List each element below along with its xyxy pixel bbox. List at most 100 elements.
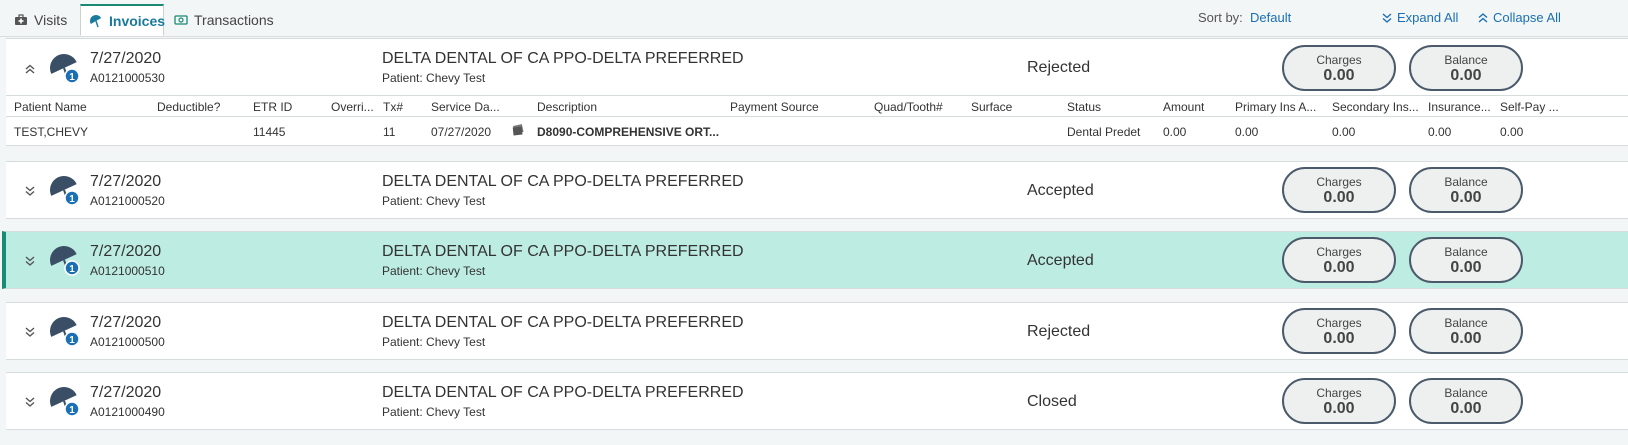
charges-value: 0.00	[1323, 189, 1355, 206]
balance-pill: Balance 0.00	[1409, 237, 1523, 283]
chevron-down-icon[interactable]	[22, 394, 38, 410]
invoice-card[interactable]: 1 7/27/2020 A0121000510 DELTA DENTAL OF …	[2, 231, 1628, 289]
balance-label: Balance	[1444, 175, 1488, 189]
expand-all-button[interactable]: Expand All	[1382, 10, 1458, 25]
balance-value: 0.00	[1450, 330, 1482, 347]
column-header[interactable]: ETR ID	[253, 100, 323, 114]
column-header[interactable]: Self-Pay ...	[1500, 100, 1580, 114]
umbrella-icon	[89, 14, 103, 28]
invoice-card[interactable]: 1 7/27/2020 A0121000500 DELTA DENTAL OF …	[6, 302, 1628, 360]
table-cell: TEST,CHEVY	[14, 125, 89, 139]
chevron-up-icon[interactable]	[22, 61, 38, 77]
balance-label: Balance	[1444, 386, 1488, 400]
table-cell: 0.00	[1428, 125, 1452, 139]
badge-count: 1	[69, 335, 75, 346]
charges-value: 0.00	[1323, 259, 1355, 276]
column-header[interactable]: Description	[537, 100, 717, 114]
column-header[interactable]: Quad/Tooth#	[874, 100, 964, 114]
invoice-summary[interactable]: 1 7/27/2020 A0121000510 DELTA DENTAL OF …	[6, 232, 1628, 292]
column-header[interactable]: Surface	[971, 100, 1051, 114]
payer-name: DELTA DENTAL OF CA PPO-DELTA PREFERRED	[382, 384, 744, 401]
table-cell: 07/27/2020	[431, 125, 492, 139]
invoice-card[interactable]: 1 7/27/2020 A0121000520 DELTA DENTAL OF …	[6, 161, 1628, 219]
double-chevron-down-icon	[1382, 12, 1392, 24]
balance-value: 0.00	[1450, 67, 1482, 84]
balance-value: 0.00	[1450, 189, 1482, 206]
patient-name: Patient: Chevy Test	[382, 405, 486, 419]
charges-pill: Charges 0.00	[1282, 45, 1396, 91]
charges-label: Charges	[1316, 53, 1362, 67]
table-cell: Dental Predet	[1067, 125, 1141, 139]
table-cell: D8090-COMPREHENSIVE ORT...	[537, 125, 720, 139]
medical-bag-icon	[14, 14, 28, 26]
top-bar: Visits Invoices Transactions Sort by: De…	[0, 0, 1628, 37]
umbrella-icon: 1	[48, 315, 82, 349]
column-header[interactable]: Service Da...	[431, 100, 505, 114]
invoice-card[interactable]: 1 7/27/2020 A0121000530 DELTA DENTAL OF …	[6, 38, 1628, 146]
invoice-number: A0121000510	[90, 264, 165, 278]
tab-invoices[interactable]: Invoices	[80, 4, 165, 36]
chevron-down-icon[interactable]	[22, 324, 38, 340]
patient-name: Patient: Chevy Test	[382, 71, 486, 85]
balance-value: 0.00	[1450, 259, 1482, 276]
umbrella-icon: 1	[48, 52, 82, 86]
chevron-down-icon[interactable]	[22, 183, 38, 199]
badge-count: 1	[69, 405, 75, 416]
table-cell: 0.00	[1500, 125, 1524, 139]
invoice-summary[interactable]: 1 7/27/2020 A0121000500 DELTA DENTAL OF …	[6, 303, 1628, 363]
balance-pill: Balance 0.00	[1409, 45, 1523, 91]
charges-pill: Charges 0.00	[1282, 308, 1396, 354]
badge-count: 1	[69, 194, 75, 205]
charges-label: Charges	[1316, 386, 1362, 400]
tab-visits[interactable]: Visits	[14, 4, 76, 36]
status-text: Accepted	[1027, 252, 1094, 269]
invoice-summary[interactable]: 1 7/27/2020 A0121000490 DELTA DENTAL OF …	[6, 373, 1628, 433]
table-cell: 0.00	[1332, 125, 1356, 139]
status-text: Accepted	[1027, 182, 1094, 199]
column-header[interactable]: Primary Ins A...	[1235, 100, 1327, 114]
column-header[interactable]: Amount	[1163, 100, 1229, 114]
charges-value: 0.00	[1323, 67, 1355, 84]
invoice-date: 7/27/2020	[90, 314, 162, 331]
collapse-all-label: Collapse All	[1493, 10, 1561, 25]
balance-label: Balance	[1444, 245, 1488, 259]
tab-transactions[interactable]: Transactions	[174, 4, 274, 36]
invoice-number: A0121000490	[90, 405, 165, 419]
umbrella-icon: 1	[48, 244, 82, 278]
note-stack-icon[interactable]	[511, 123, 525, 140]
table-cell: 11	[383, 125, 396, 139]
invoice-number: A0121000520	[90, 194, 165, 208]
table-cell: 0.00	[1235, 125, 1259, 139]
column-header[interactable]: Tx#	[383, 100, 423, 114]
collapse-all-button[interactable]: Collapse All	[1478, 10, 1561, 25]
column-header[interactable]: Status	[1067, 100, 1157, 114]
invoice-summary[interactable]: 1 7/27/2020 A0121000530 DELTA DENTAL OF …	[6, 39, 1628, 99]
tab-label: Visits	[34, 12, 68, 28]
patient-name: Patient: Chevy Test	[382, 335, 486, 349]
balance-pill: Balance 0.00	[1409, 378, 1523, 424]
sort-select[interactable]: Default	[1250, 10, 1291, 25]
charges-pill: Charges 0.00	[1282, 167, 1396, 213]
umbrella-icon: 1	[48, 174, 82, 208]
tab-label: Transactions	[194, 12, 274, 28]
chevron-down-icon[interactable]	[22, 253, 38, 269]
detail-table-header: Patient Name Deductible? ETR ID Overri..…	[6, 95, 1628, 117]
sort-label: Sort by:	[1198, 10, 1243, 25]
column-header[interactable]: Deductible?	[157, 100, 247, 114]
invoice-card[interactable]: 1 7/27/2020 A0121000490 DELTA DENTAL OF …	[6, 372, 1628, 430]
charges-label: Charges	[1316, 175, 1362, 189]
invoice-date: 7/27/2020	[90, 243, 162, 260]
invoice-date: 7/27/2020	[90, 384, 162, 401]
payer-name: DELTA DENTAL OF CA PPO-DELTA PREFERRED	[382, 243, 744, 260]
badge-count: 1	[69, 72, 75, 83]
balance-value: 0.00	[1450, 400, 1482, 417]
column-header[interactable]: Overri...	[331, 100, 381, 114]
invoice-summary[interactable]: 1 7/27/2020 A0121000520 DELTA DENTAL OF …	[6, 162, 1628, 222]
column-header[interactable]: Payment Source	[730, 100, 860, 114]
column-header[interactable]: Insurance...	[1428, 100, 1498, 114]
column-header[interactable]: Patient Name	[14, 100, 154, 114]
table-row[interactable]: TEST,CHEVY 11445 11 07/27/2020 D8090-COM…	[6, 117, 1628, 145]
cash-icon	[174, 15, 188, 25]
column-header[interactable]: Secondary Ins...	[1332, 100, 1424, 114]
invoice-number: A0121000530	[90, 71, 165, 85]
